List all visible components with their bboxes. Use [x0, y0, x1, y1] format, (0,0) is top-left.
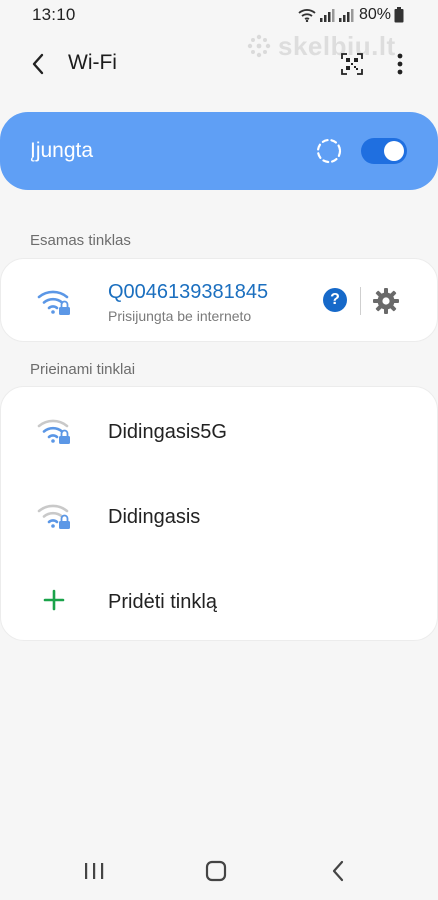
plus-icon [43, 589, 65, 611]
back-button[interactable] [22, 48, 54, 80]
app-bar: Wi-Fi [0, 38, 438, 90]
loading-spinner-icon [316, 138, 342, 164]
available-networks-card: Didingasis5G Didingasis Pridėti tinklą [0, 386, 438, 641]
network-ssid: Didingasis5G [108, 421, 227, 443]
wifi-lock-icon [37, 290, 70, 315]
current-network-status: Prisijungta be interneto [108, 308, 252, 324]
wifi-master-label: Įjungta [30, 139, 94, 162]
current-network-ssid: Q0046139381845 [108, 281, 269, 303]
more-vertical-icon [397, 53, 403, 75]
battery-percent: 80% [358, 6, 391, 23]
wifi-lock-icon [37, 504, 70, 529]
wifi-lock-icon [37, 419, 70, 444]
more-options-button[interactable] [384, 48, 416, 80]
wifi-status-icon [298, 9, 316, 22]
toggle-knob [384, 141, 404, 161]
chevron-left-icon [32, 53, 44, 75]
divider [360, 287, 361, 315]
battery-icon [394, 7, 404, 23]
wifi-master-switch-row[interactable]: Įjungta [0, 112, 438, 190]
wifi-toggle[interactable] [361, 138, 407, 164]
help-icon-glyph: ? [330, 291, 340, 308]
add-network-label: Pridėti tinklą [108, 591, 217, 613]
system-navigation-bar [0, 840, 438, 900]
page-title: Wi-Fi [68, 51, 117, 74]
status-time: 13:10 [32, 5, 76, 24]
current-network-card[interactable]: Q0046139381845 Prisijungta be interneto … [0, 258, 438, 342]
recent-apps-icon[interactable] [83, 862, 105, 880]
qr-code-button[interactable] [336, 48, 368, 80]
status-icons: 80% [298, 6, 404, 24]
network-ssid: Didingasis [108, 506, 201, 528]
available-networks-header: Prieinami tinklai [30, 361, 136, 378]
back-nav-icon[interactable] [330, 860, 346, 882]
wifi-settings-screen: 13:10 80% skelbiu.lt Wi-Fi Įjungta Esama… [0, 0, 438, 900]
gear-icon[interactable] [372, 287, 400, 315]
home-icon[interactable] [205, 860, 227, 882]
status-bar: 13:10 80% [0, 0, 438, 30]
network-row-didingasis[interactable]: Didingasis [1, 474, 437, 558]
signal-icon [319, 9, 335, 22]
signal-icon-2 [338, 9, 354, 22]
add-network-row[interactable]: Pridėti tinklą [1, 559, 437, 643]
help-icon[interactable]: ? [323, 288, 347, 312]
qr-scan-icon [341, 53, 363, 75]
network-row-didingasis5g[interactable]: Didingasis5G [1, 389, 437, 473]
current-network-header: Esamas tinklas [30, 232, 131, 249]
